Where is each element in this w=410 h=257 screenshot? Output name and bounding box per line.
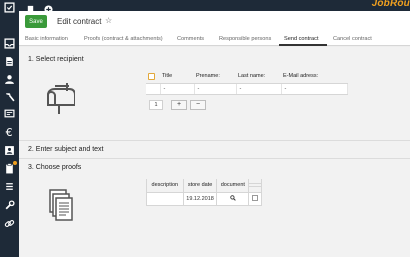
row-select-cell[interactable] bbox=[146, 83, 161, 95]
column-store-date: store date bbox=[182, 179, 218, 193]
menu-checkbox-icon[interactable] bbox=[4, 2, 15, 13]
tab-cancel-contract[interactable]: Cancel contract bbox=[333, 36, 372, 42]
clipboard-icon[interactable] bbox=[4, 161, 17, 174]
magnifier-icon[interactable] bbox=[230, 195, 236, 202]
person-icon[interactable] bbox=[4, 74, 15, 85]
tab-send-contract[interactable]: Send contract bbox=[284, 36, 319, 42]
tab-basic-information[interactable]: Basic information bbox=[25, 36, 68, 42]
section-divider bbox=[19, 140, 410, 141]
tab-comments[interactable]: Comments bbox=[177, 36, 204, 42]
cell-store-date: 19.12.2018 bbox=[182, 191, 218, 206]
select-all-column bbox=[146, 70, 160, 84]
mailbox-icon bbox=[45, 81, 76, 115]
proofs-header-row: description store date document bbox=[146, 179, 262, 193]
page-header: Save Edit contract ☆ bbox=[19, 11, 410, 33]
save-button[interactable]: Save bbox=[25, 15, 47, 28]
tab-responsible-persons[interactable]: Responsible persons bbox=[219, 36, 271, 42]
favorite-star-icon[interactable]: ☆ bbox=[105, 16, 112, 25]
cell-email[interactable]: - bbox=[281, 83, 348, 95]
notification-dot bbox=[13, 161, 17, 165]
column-title: Title bbox=[160, 70, 194, 84]
tab-proofs[interactable]: Proofs (contract & attachments) bbox=[84, 36, 163, 42]
section-title-proofs: 3. Choose proofs bbox=[28, 164, 82, 171]
brand-logo: JobRou bbox=[371, 0, 410, 9]
proof-select-checkbox[interactable] bbox=[252, 194, 259, 201]
hammer-icon[interactable] bbox=[4, 91, 15, 102]
table-row[interactable]: 19.12.2018 bbox=[146, 191, 262, 206]
invoice-icon[interactable] bbox=[4, 108, 15, 119]
svg-text:€: € bbox=[6, 126, 13, 137]
recipient-count-input[interactable]: 1 bbox=[149, 100, 163, 110]
cell-description bbox=[146, 191, 184, 206]
table-row[interactable]: - - - - bbox=[146, 83, 348, 95]
add-recipient-button[interactable]: + bbox=[171, 100, 187, 110]
active-tab-indicator bbox=[279, 44, 327, 46]
bookmark-icon[interactable] bbox=[26, 1, 35, 14]
link-icon[interactable] bbox=[4, 218, 15, 229]
column-last-name: Last name: bbox=[236, 70, 281, 84]
cell-select bbox=[248, 191, 262, 206]
section-title-recipient: 1. Select recipient bbox=[28, 56, 84, 63]
wrench-icon[interactable] bbox=[4, 200, 15, 211]
column-document: document bbox=[216, 179, 250, 193]
column-description: description bbox=[146, 179, 184, 193]
plus-circle-icon[interactable] bbox=[44, 1, 53, 14]
section-title-subject[interactable]: 2. Enter subject and text bbox=[28, 146, 104, 153]
id-card-icon[interactable] bbox=[4, 145, 15, 156]
column-email: E-Mail adress: bbox=[281, 70, 348, 84]
proofs-table: description store date document 19.12.20… bbox=[146, 179, 262, 206]
recipient-header-row: Title Prename: Last name: E-Mail adress: bbox=[146, 70, 348, 84]
column-select bbox=[248, 179, 262, 193]
cell-last-name[interactable]: - bbox=[236, 83, 282, 95]
column-prename: Prename: bbox=[194, 70, 236, 84]
section-divider bbox=[19, 158, 410, 159]
file-icon[interactable] bbox=[4, 56, 15, 67]
list-icon[interactable] bbox=[4, 181, 15, 192]
inbox-icon[interactable] bbox=[4, 38, 15, 49]
tab-bar: Basic information Proofs (contract & att… bbox=[19, 33, 410, 46]
top-bar: JobRou bbox=[19, 0, 410, 14]
euro-icon[interactable]: € bbox=[4, 126, 15, 137]
documents-icon bbox=[49, 189, 75, 223]
cell-document bbox=[216, 191, 250, 206]
page-title: Edit contract bbox=[57, 17, 102, 26]
cell-prename[interactable]: - bbox=[194, 83, 237, 95]
sidebar: € bbox=[0, 0, 19, 257]
cell-title[interactable]: - bbox=[160, 83, 195, 95]
send-contract-panel: 1. Select recipient Title Prename: Last … bbox=[19, 47, 410, 257]
select-all-checkbox[interactable] bbox=[148, 72, 155, 80]
remove-recipient-button[interactable]: − bbox=[190, 100, 206, 110]
recipient-table: Title Prename: Last name: E-Mail adress:… bbox=[146, 70, 348, 95]
